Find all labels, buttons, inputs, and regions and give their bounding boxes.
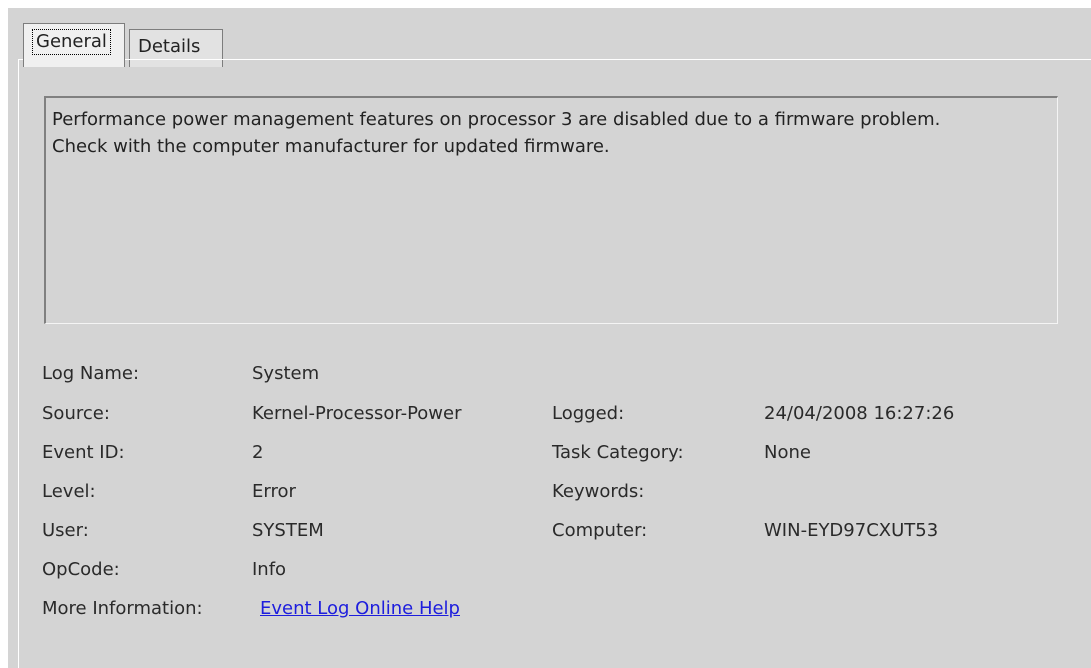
event-log-online-help-link[interactable]: Event Log Online Help [260, 597, 460, 621]
task-category-label: Task Category: [552, 442, 684, 463]
event-id-label: Event ID: [42, 442, 125, 463]
source-label: Source: [42, 403, 110, 424]
level-value: Error [252, 481, 296, 502]
computer-value: WIN-EYD97CXUT53 [764, 520, 939, 541]
more-information-label: More Information: [42, 598, 203, 619]
tab-general-label: General [32, 29, 111, 55]
logged-label: Logged: [552, 403, 625, 424]
keywords-label: Keywords: [552, 481, 645, 502]
event-description[interactable]: Performance power management features on… [44, 96, 1058, 324]
opcode-label: OpCode: [42, 559, 120, 580]
user-value: SYSTEM [252, 520, 324, 541]
computer-label: Computer: [552, 520, 648, 541]
level-label: Level: [42, 481, 96, 502]
log-name-label: Log Name: [42, 363, 140, 384]
event-properties-window: General Details Performance power manage… [8, 8, 1091, 668]
event-id-value: 2 [252, 442, 264, 463]
tab-general[interactable]: General [23, 23, 125, 67]
general-panel: Performance power management features on… [18, 59, 1091, 668]
opcode-value: Info [252, 559, 287, 580]
task-category-value: None [764, 442, 811, 463]
logged-value: 24/04/2008 16:27:26 [764, 403, 955, 424]
log-name-value: System [252, 363, 320, 384]
source-value: Kernel-Processor-Power [252, 403, 462, 424]
user-label: User: [42, 520, 89, 541]
